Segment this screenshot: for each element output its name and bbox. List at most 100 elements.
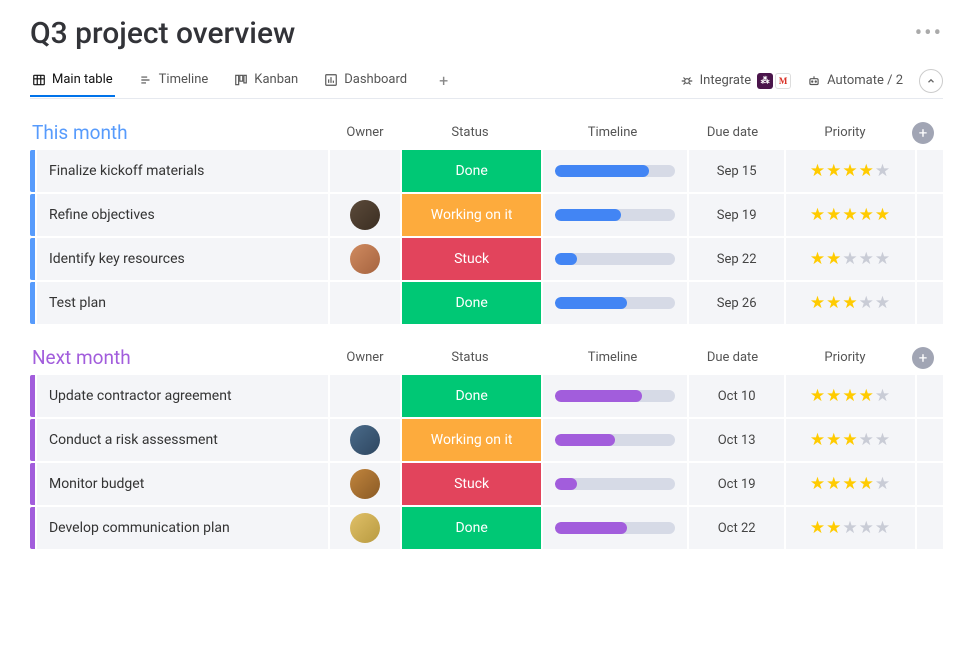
tab-kanban[interactable]: Kanban (232, 64, 300, 97)
column-header-priority[interactable]: Priority (780, 125, 910, 140)
column-header-status[interactable]: Status (400, 125, 540, 140)
tab-main-table[interactable]: Main table (30, 64, 115, 97)
tab-label: Timeline (159, 72, 209, 87)
priority-cell[interactable]: ★★★★★ (786, 194, 915, 236)
group-title-next_month[interactable]: Next month (30, 346, 330, 369)
timeline-cell[interactable] (543, 507, 687, 549)
automate-label: Automate / 2 (827, 73, 903, 88)
automate-button[interactable]: Automate / 2 (807, 73, 903, 88)
due-date-cell[interactable]: Sep 19 (689, 194, 783, 236)
item-name-cell[interactable]: Finalize kickoff materials (37, 150, 328, 192)
owner-cell[interactable] (330, 375, 400, 417)
table-row[interactable]: Conduct a risk assessment Working on it Oc… (30, 419, 943, 461)
priority-cell[interactable]: ★★★★★ (786, 238, 915, 280)
status-cell[interactable]: Working on it (402, 194, 541, 236)
owner-cell[interactable] (330, 238, 400, 280)
table-row[interactable]: Test plan Done Sep 26★★★★★ (30, 282, 943, 324)
table-row[interactable]: Develop communication plan Done Oct 22★★★★… (30, 507, 943, 549)
tab-dashboard[interactable]: Dashboard (322, 64, 409, 97)
status-cell[interactable]: Stuck (402, 238, 541, 280)
table-icon (32, 73, 46, 87)
priority-cell[interactable]: ★★★★★ (786, 463, 915, 505)
priority-cell[interactable]: ★★★★★ (786, 150, 915, 192)
timeline-cell[interactable] (543, 375, 687, 417)
timeline-cell[interactable] (543, 419, 687, 461)
owner-cell[interactable] (330, 463, 400, 505)
item-name-cell[interactable]: Identify key resources (37, 238, 328, 280)
status-cell[interactable]: Working on it (402, 419, 541, 461)
item-name-cell[interactable]: Test plan (37, 282, 328, 324)
column-header-due-date[interactable]: Due date (685, 350, 780, 365)
due-date-cell[interactable]: Sep 15 (689, 150, 783, 192)
owner-cell[interactable] (330, 507, 400, 549)
status-cell[interactable]: Done (402, 375, 541, 417)
item-name-cell[interactable]: Develop communication plan (37, 507, 328, 549)
due-date-cell[interactable]: Oct 13 (689, 419, 783, 461)
item-name-cell[interactable]: Monitor budget (37, 463, 328, 505)
gmail-icon: M (775, 73, 791, 89)
column-header-timeline[interactable]: Timeline (540, 125, 685, 140)
due-date-cell[interactable]: Oct 10 (689, 375, 783, 417)
integrate-button[interactable]: Integrate ⁂ M (680, 73, 792, 89)
status-cell[interactable]: Stuck (402, 463, 541, 505)
avatar[interactable] (350, 244, 380, 274)
row-trailing-cell[interactable] (917, 150, 943, 192)
table-row[interactable]: Monitor budget Stuck Oct 19★★★★★ (30, 463, 943, 505)
table-row[interactable]: Finalize kickoff materials Done Sep 15★★★★… (30, 150, 943, 192)
row-trailing-cell[interactable] (917, 419, 943, 461)
timeline-fill (555, 478, 577, 490)
status-cell[interactable]: Done (402, 507, 541, 549)
owner-cell[interactable] (330, 150, 400, 192)
table-row[interactable]: Update contractor agreement Done Oct 10★★★… (30, 375, 943, 417)
item-name-cell[interactable]: Update contractor agreement (37, 375, 328, 417)
due-date-cell[interactable]: Oct 19 (689, 463, 783, 505)
add-column-button[interactable]: + (912, 122, 934, 144)
row-trailing-cell[interactable] (917, 194, 943, 236)
priority-cell[interactable]: ★★★★★ (786, 419, 915, 461)
add-column-button[interactable]: + (912, 347, 934, 369)
due-date-cell[interactable]: Sep 22 (689, 238, 783, 280)
status-cell[interactable]: Done (402, 150, 541, 192)
column-header-due-date[interactable]: Due date (685, 125, 780, 140)
timeline-cell[interactable] (543, 238, 687, 280)
status-cell[interactable]: Done (402, 282, 541, 324)
row-trailing-cell[interactable] (917, 507, 943, 549)
row-trailing-cell[interactable] (917, 463, 943, 505)
group-title-this_month[interactable]: This month (30, 121, 330, 144)
owner-cell[interactable] (330, 194, 400, 236)
owner-cell[interactable] (330, 282, 400, 324)
timeline-cell[interactable] (543, 150, 687, 192)
timeline-cell[interactable] (543, 463, 687, 505)
table-row[interactable]: Refine objectives Working on it Sep 19★★★★… (30, 194, 943, 236)
collapse-button[interactable] (919, 69, 943, 93)
item-name-cell[interactable]: Conduct a risk assessment (37, 419, 328, 461)
row-trailing-cell[interactable] (917, 282, 943, 324)
timeline-track (555, 390, 675, 402)
column-header-timeline[interactable]: Timeline (540, 350, 685, 365)
avatar[interactable] (350, 425, 380, 455)
column-header-owner[interactable]: Owner (330, 350, 400, 365)
timeline-cell[interactable] (543, 194, 687, 236)
more-menu-button[interactable]: ••• (915, 21, 943, 46)
priority-cell[interactable]: ★★★★★ (786, 507, 915, 549)
avatar[interactable] (350, 513, 380, 543)
row-trailing-cell[interactable] (917, 238, 943, 280)
owner-cell[interactable] (330, 419, 400, 461)
avatar[interactable] (350, 469, 380, 499)
timeline-cell[interactable] (543, 282, 687, 324)
integration-badges: ⁂ M (757, 73, 791, 89)
avatar[interactable] (350, 200, 380, 230)
due-date-cell[interactable]: Oct 22 (689, 507, 783, 549)
row-trailing-cell[interactable] (917, 375, 943, 417)
column-header-owner[interactable]: Owner (330, 125, 400, 140)
add-view-button[interactable]: + (431, 63, 456, 98)
priority-cell[interactable]: ★★★★★ (786, 375, 915, 417)
column-header-status[interactable]: Status (400, 350, 540, 365)
column-header-priority[interactable]: Priority (780, 350, 910, 365)
table-row[interactable]: Identify key resources Stuck Sep 22★★★★★ (30, 238, 943, 280)
item-name-cell[interactable]: Refine objectives (37, 194, 328, 236)
priority-cell[interactable]: ★★★★★ (786, 282, 915, 324)
timeline-icon (139, 73, 153, 87)
due-date-cell[interactable]: Sep 26 (689, 282, 783, 324)
tab-timeline[interactable]: Timeline (137, 64, 211, 97)
